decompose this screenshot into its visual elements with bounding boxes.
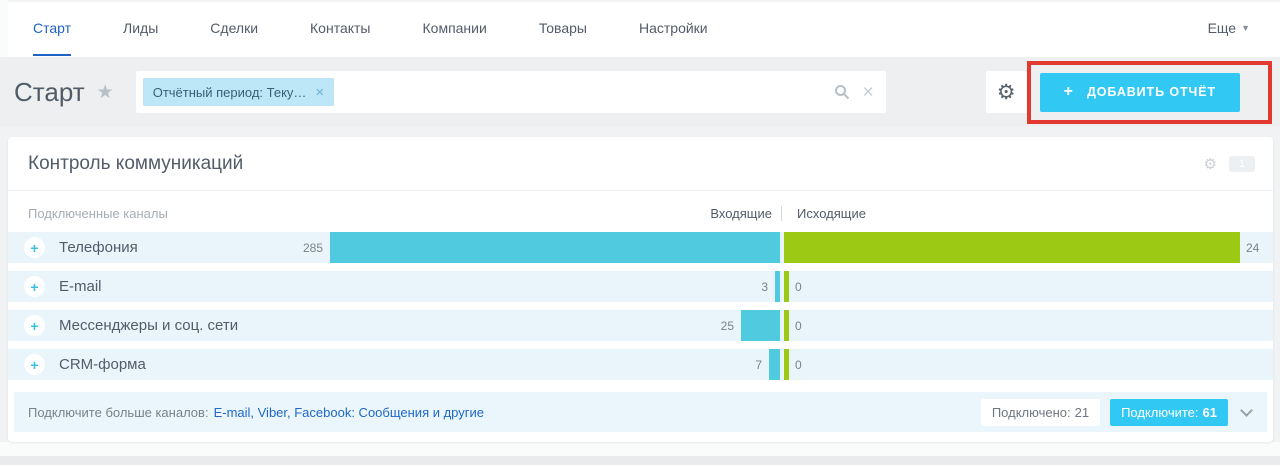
incoming-bar: [769, 349, 780, 380]
channel-row-crm-form: + CRM-форма 7 0: [8, 349, 1273, 380]
outgoing-cell: 0: [784, 349, 1273, 380]
add-report-label: ДОБАВИТЬ ОТЧЁТ: [1087, 85, 1216, 99]
nav-tab-deals[interactable]: Сделки: [210, 2, 258, 56]
outgoing-bar: [784, 232, 1240, 263]
gear-icon: ⚙: [997, 82, 1016, 103]
nav-tab-products[interactable]: Товары: [539, 2, 587, 56]
incoming-cell: 25: [330, 310, 780, 341]
outgoing-bar: [784, 271, 789, 302]
search-icon[interactable]: [834, 84, 850, 100]
widget-gear-icon[interactable]: ⚙: [1204, 157, 1217, 172]
nav-tab-leads[interactable]: Лиды: [123, 2, 158, 56]
favorite-star-icon[interactable]: ★: [97, 81, 114, 104]
widget-header: Контроль коммуникаций ⚙ 1: [8, 137, 1273, 191]
channel-cell: + E-mail: [8, 271, 330, 302]
top-navigation: Старт Лиды Сделки Контакты Компании Това…: [8, 0, 1280, 57]
channel-row-email: + E-mail 3 0: [8, 271, 1273, 302]
main-content: Контроль коммуникаций ⚙ 1 Подключенные к…: [0, 127, 1280, 442]
outgoing-bar: [784, 310, 789, 341]
channel-label: Мессенджеры и соц. сети: [59, 317, 238, 334]
outgoing-cell: 24: [784, 232, 1273, 263]
incoming-value: 7: [755, 358, 762, 372]
incoming-cell: 7: [330, 349, 780, 380]
connect-channels-links[interactable]: E-mail, Viber, Facebook: Сообщения и дру…: [214, 405, 484, 420]
incoming-bar: [775, 271, 780, 302]
expand-channel-button[interactable]: +: [24, 354, 45, 375]
channel-row-telephony: + Телефония 285 24: [8, 232, 1273, 263]
channel-label: E-mail: [59, 278, 102, 295]
chevron-down-icon[interactable]: [1240, 404, 1253, 417]
footer-actions: Подключено: 21 Подключите: 61: [981, 399, 1255, 426]
incoming-value: 3: [761, 280, 768, 294]
connect-count-button[interactable]: Подключите: 61: [1110, 399, 1228, 426]
outgoing-value: 0: [795, 358, 802, 372]
outgoing-cell: 0: [784, 271, 1273, 302]
toolbar-settings-button[interactable]: ⚙: [986, 71, 1027, 113]
widget-tools: ⚙ 1: [1204, 156, 1255, 172]
outgoing-column-header: Исходящие: [783, 206, 866, 221]
plus-icon: +: [30, 240, 38, 256]
nav-tab-settings[interactable]: Настройки: [639, 2, 708, 56]
outgoing-cell: 0: [784, 310, 1273, 341]
dropdown-caret-icon: ▼: [1241, 24, 1250, 33]
connected-count-pill[interactable]: Подключено: 21: [981, 399, 1100, 426]
incoming-bar: [741, 310, 780, 341]
nav-tab-contacts[interactable]: Контакты: [310, 2, 370, 56]
add-report-button[interactable]: + ДОБАВИТЬ ОТЧЁТ: [1040, 73, 1240, 112]
channel-cell: + CRM-форма: [8, 349, 330, 380]
connect-label: Подключите:: [1121, 405, 1198, 420]
plus-icon: +: [30, 279, 38, 295]
incoming-cell: 3: [330, 271, 780, 302]
plus-icon: +: [1064, 83, 1073, 101]
column-header-row: Подключенные каналы Входящие Исходящие: [8, 191, 1273, 232]
clear-filter-icon[interactable]: ×: [863, 83, 874, 102]
highlight-annotation-box: + ДОБАВИТЬ ОТЧЁТ: [1027, 61, 1272, 124]
incoming-value: 285: [303, 241, 323, 255]
communications-control-widget: Контроль коммуникаций ⚙ 1 Подключенные к…: [8, 137, 1273, 442]
channel-cell: + Мессенджеры и соц. сети: [8, 310, 330, 341]
expand-channel-button[interactable]: +: [24, 315, 45, 336]
widget-count-badge[interactable]: 1: [1229, 156, 1255, 172]
column-divider: [781, 206, 782, 221]
channel-label: CRM-форма: [59, 356, 146, 373]
outgoing-value: 0: [795, 319, 802, 333]
incoming-value: 25: [721, 319, 734, 333]
channels-column-header: Подключенные каналы: [8, 206, 330, 221]
channel-label: Телефония: [59, 239, 138, 256]
channel-row-messengers: + Мессенджеры и соц. сети 25 0: [8, 310, 1273, 341]
incoming-column-header: Входящие: [330, 206, 780, 221]
incoming-bar: [330, 232, 780, 263]
channel-cell: + Телефония: [8, 232, 330, 263]
filter-chip-report-period[interactable]: Отчётный период: Теку… ×: [143, 78, 334, 106]
widget-title: Контроль коммуникаций: [28, 153, 243, 175]
outgoing-value: 24: [1246, 241, 1259, 255]
filter-chip-label: Отчётный период: Теку…: [153, 85, 307, 100]
expand-channel-button[interactable]: +: [24, 276, 45, 297]
connect-value: 61: [1203, 405, 1217, 420]
plus-icon: +: [30, 357, 38, 373]
expand-channel-button[interactable]: +: [24, 237, 45, 258]
connected-value: 21: [1075, 405, 1089, 420]
toolbar: Старт ★ Отчётный период: Теку… × × ⚙ + Д…: [0, 57, 1280, 127]
nav-more-menu[interactable]: Еще ▼: [1208, 2, 1250, 56]
chip-close-icon[interactable]: ×: [315, 85, 324, 100]
filter-search-box[interactable]: Отчётный период: Теку… × ×: [136, 71, 886, 113]
connect-more-prompt: Подключите больше каналов:: [28, 405, 209, 420]
nav-tab-companies[interactable]: Компании: [423, 2, 487, 56]
widget-footer: Подключите больше каналов: E-mail, Viber…: [14, 392, 1267, 432]
incoming-cell: 285: [330, 232, 780, 263]
connected-label: Подключено:: [992, 405, 1071, 420]
nav-more-label: Еще: [1208, 20, 1237, 36]
page-title: Старт: [14, 77, 85, 108]
plus-icon: +: [30, 318, 38, 334]
bottom-band: [0, 456, 1280, 465]
nav-tab-start[interactable]: Старт: [33, 2, 71, 56]
outgoing-value: 0: [795, 280, 802, 294]
outgoing-bar: [784, 349, 789, 380]
